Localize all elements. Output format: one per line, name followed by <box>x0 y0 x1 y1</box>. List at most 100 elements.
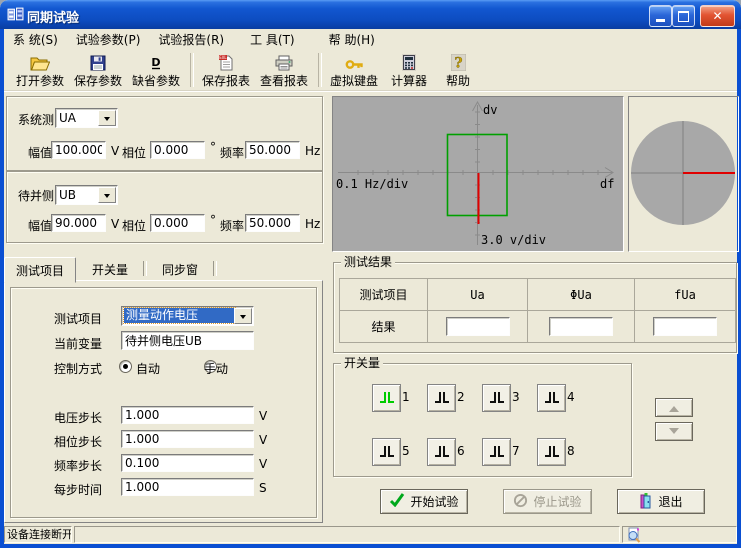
system-freq-input[interactable] <box>245 141 300 159</box>
key-icon <box>345 53 364 71</box>
radio-auto-label[interactable]: 自动 <box>136 360 160 377</box>
switch-button-5[interactable] <box>372 438 401 466</box>
exit-door-icon <box>639 492 653 512</box>
switch-contact-icon <box>434 445 450 459</box>
sync-window-plot: dv df 0.1 Hz/div 3.0 v/div <box>332 96 624 252</box>
switch-button-8[interactable] <box>537 438 566 466</box>
question-icon: ? <box>451 53 466 71</box>
switch-button-1[interactable] <box>372 384 401 412</box>
status-device-pane: 设备连接断开 <box>4 526 72 543</box>
switch-number: 5 <box>402 444 410 458</box>
virtual-keyboard-button[interactable]: 虚拟键盘 <box>328 50 380 89</box>
switch-contact-icon <box>379 391 395 405</box>
phase-step-label: 相位步长 <box>54 433 102 450</box>
step-time-input[interactable] <box>121 478 254 496</box>
svg-text:D: D <box>151 56 160 69</box>
results-value-row: 结果 <box>340 311 736 343</box>
default-params-button[interactable]: D 缺省参数 <box>130 50 182 89</box>
result-f-ua-input[interactable] <box>653 317 717 336</box>
phase-step-input[interactable] <box>121 430 254 448</box>
save-params-button[interactable]: 保存参数 <box>72 50 124 89</box>
switch-contact-icon <box>379 445 395 459</box>
start-test-button[interactable]: 开始试验 <box>380 489 468 514</box>
default-d-icon: D <box>148 53 164 71</box>
standby-channel-combobox[interactable]: UB <box>55 185 118 205</box>
title-bar: 同期试验 ✕ <box>0 0 741 29</box>
maximize-button[interactable] <box>672 5 695 27</box>
close-button[interactable]: ✕ <box>700 5 735 27</box>
tab-divider <box>143 261 147 276</box>
freq-label: 频率 <box>220 217 244 234</box>
open-params-button[interactable]: 打开参数 <box>14 50 66 89</box>
switch-button-2[interactable] <box>427 384 456 412</box>
toolbar-label: 查看报表 <box>260 72 308 89</box>
minimize-icon <box>656 19 665 22</box>
current-variable-input[interactable] <box>121 331 254 350</box>
system-amp-input[interactable] <box>51 141 106 159</box>
scroll-up-button[interactable] <box>655 398 693 417</box>
freq-step-label: 频率步长 <box>54 457 102 474</box>
results-col-phi-ua: ΦUa <box>528 279 635 311</box>
calculator-button[interactable]: 计算器 <box>386 50 432 89</box>
tab-label: 测试项目 <box>16 262 64 279</box>
menu-system[interactable]: 系 统(S) <box>4 29 67 51</box>
amp-label: 幅值 <box>28 217 52 234</box>
test-item-combobox[interactable]: 测量动作电压 <box>121 306 254 326</box>
tab-test-items[interactable]: 测试项目 <box>4 257 76 283</box>
switch-button-7[interactable] <box>482 438 511 466</box>
tab-switches[interactable]: 开关量 <box>78 259 142 279</box>
switch-contact-icon <box>434 391 450 405</box>
save-report-button[interactable]: EXL 保存报表 <box>200 50 252 89</box>
chevron-down-icon[interactable] <box>98 187 116 203</box>
switch-number: 4 <box>567 390 575 404</box>
result-ua-input[interactable] <box>446 317 510 336</box>
system-channel-combobox[interactable]: UA <box>55 108 118 128</box>
standby-phase-input[interactable] <box>150 214 205 232</box>
status-icon-pane <box>622 526 737 543</box>
results-col-ua: Ua <box>428 279 528 311</box>
radio-manual-label[interactable]: 手动 <box>204 360 228 377</box>
minimize-button[interactable] <box>649 5 672 27</box>
menu-test-report[interactable]: 试验报告(R) <box>149 29 233 51</box>
voltage-step-input[interactable] <box>121 406 254 424</box>
standby-side-label: 待并侧 <box>18 187 54 204</box>
switch-contact-icon <box>489 391 505 405</box>
switch-button-3[interactable] <box>482 384 511 412</box>
scroll-down-button[interactable] <box>655 422 693 441</box>
printer-icon <box>275 53 293 71</box>
menu-tools[interactable]: 工 具(T) <box>241 29 304 51</box>
standby-amp-input[interactable] <box>51 214 106 232</box>
menu-help[interactable]: 帮 助(H) <box>320 29 384 51</box>
freq-step-input[interactable] <box>121 454 254 472</box>
radio-auto[interactable] <box>119 360 132 373</box>
freq-unit: Hz <box>305 217 320 231</box>
help-button[interactable]: ? 帮助 <box>438 50 478 89</box>
stop-test-label: 停止试验 <box>533 493 581 510</box>
chevron-down-icon[interactable] <box>234 308 252 324</box>
device-status-text: 设备连接断开 <box>7 528 72 541</box>
tab-label: 开关量 <box>92 261 128 278</box>
menu-bar: 系 统(S) 试验参数(P) 试验报告(R) 工 具(T) 帮 助(H) <box>4 29 737 50</box>
view-report-button[interactable]: 查看报表 <box>258 50 310 89</box>
tab-sync-window[interactable]: 同步窗 <box>148 259 212 279</box>
switch-number: 7 <box>512 444 520 458</box>
switch-number: 6 <box>457 444 465 458</box>
current-variable-label: 当前变量 <box>54 335 102 352</box>
exit-button[interactable]: 退出 <box>617 489 705 514</box>
standby-freq-input[interactable] <box>245 214 300 232</box>
menu-test-params[interactable]: 试验参数(P) <box>67 29 150 51</box>
switch-number: 3 <box>512 390 520 404</box>
switch-contact-icon <box>489 445 505 459</box>
toolbar-label: 帮助 <box>446 72 470 89</box>
system-phase-input[interactable] <box>150 141 205 159</box>
standby-channel-value: UB <box>59 188 99 202</box>
switch-button-4[interactable] <box>537 384 566 412</box>
switch-button-6[interactable] <box>427 438 456 466</box>
results-cell <box>635 311 736 343</box>
switch-number: 2 <box>457 390 465 404</box>
chevron-down-icon[interactable] <box>98 110 116 126</box>
results-header-row: 测试项目 Ua ΦUa fUa <box>340 279 736 311</box>
app-window: 同期试验 ✕ 系 统(S) 试验参数(P) 试验报告(R) 工 具(T) 帮 助… <box>0 0 741 548</box>
result-phi-ua-input[interactable] <box>549 317 613 336</box>
results-col-item: 测试项目 <box>340 279 428 311</box>
